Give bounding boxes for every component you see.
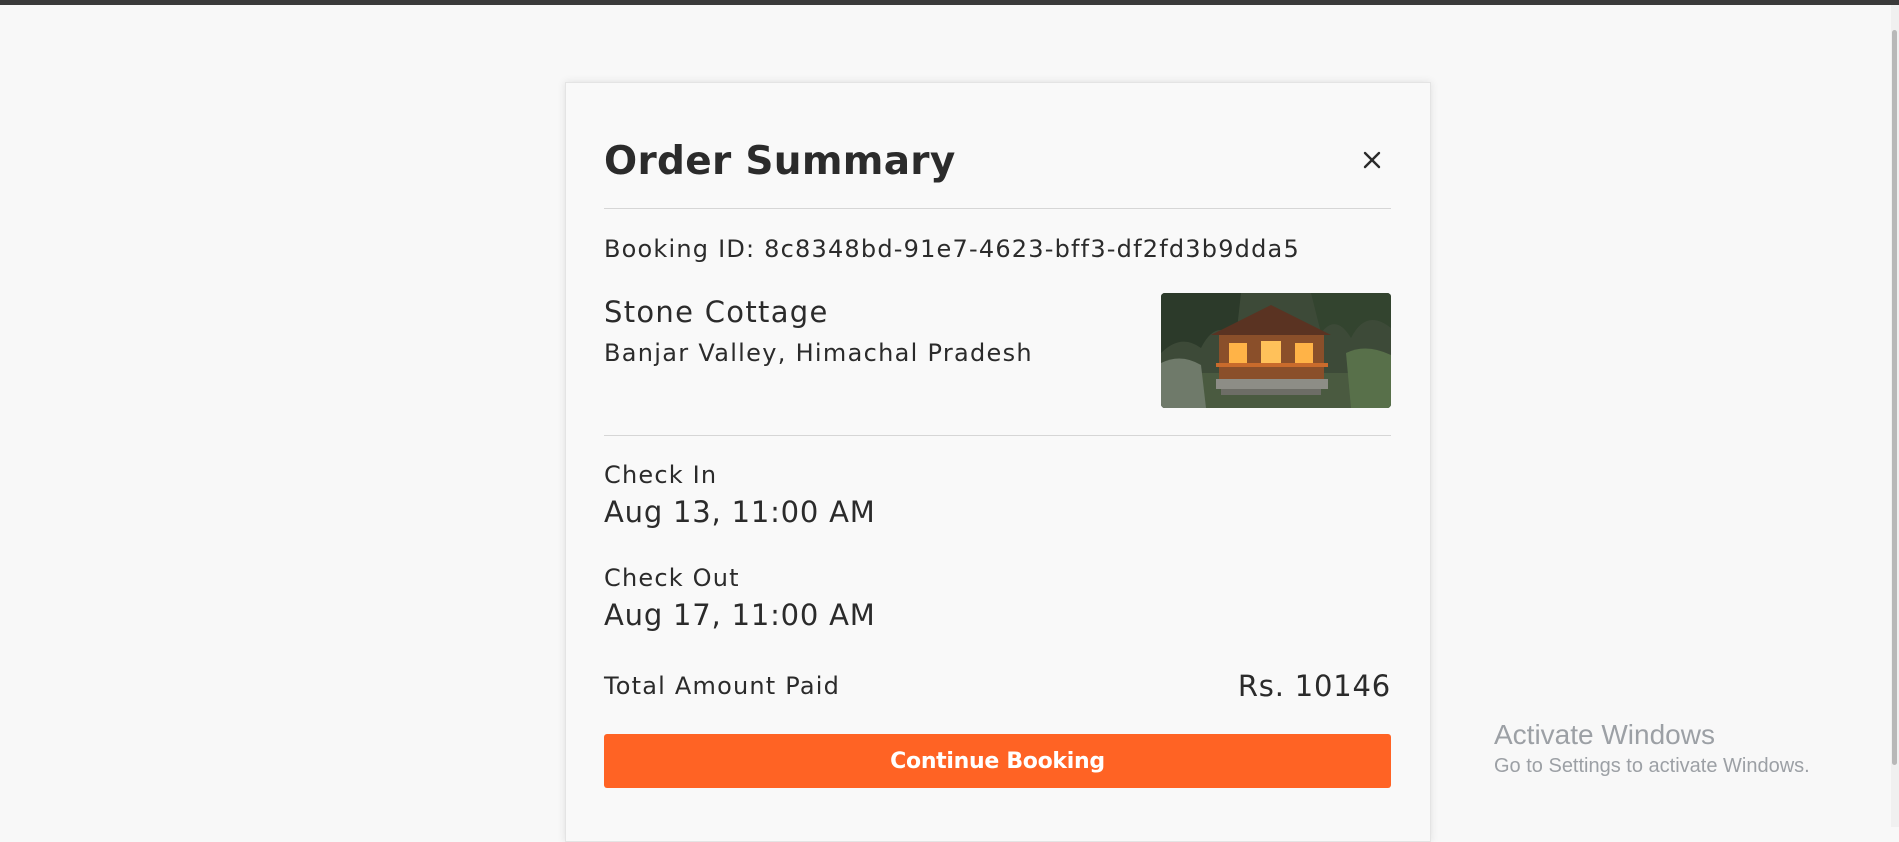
continue-booking-button[interactable]: Continue Booking xyxy=(604,734,1391,788)
modal-title: Order Summary xyxy=(604,139,956,184)
check-in-label: Check In xyxy=(604,461,718,489)
close-button[interactable] xyxy=(1357,145,1387,175)
close-icon xyxy=(1363,151,1381,169)
total-amount-label: Total Amount Paid xyxy=(604,672,841,700)
scrollbar-thumb[interactable] xyxy=(1892,30,1897,765)
watermark-subtitle: Go to Settings to activate Windows. xyxy=(1494,755,1810,777)
check-in-value: Aug 13, 11:00 AM xyxy=(604,495,876,529)
check-out-label: Check Out xyxy=(604,564,740,592)
page-scrollbar[interactable] xyxy=(1891,5,1899,827)
browser-top-bar xyxy=(0,0,1899,5)
order-summary-modal: Order Summary Booking ID: 8c8348bd-91e7-… xyxy=(565,82,1431,842)
details-divider xyxy=(604,435,1391,436)
watermark-title: Activate Windows xyxy=(1494,719,1715,750)
property-image xyxy=(1161,293,1391,408)
check-out-value: Aug 17, 11:00 AM xyxy=(604,598,876,632)
property-location: Banjar Valley, Himachal Pradesh xyxy=(604,339,1033,367)
header-divider xyxy=(604,208,1391,209)
property-name: Stone Cottage xyxy=(604,295,829,329)
windows-activation-watermark: Activate Windows Go to Settings to activ… xyxy=(1494,718,1810,780)
total-amount-value: Rs. 10146 xyxy=(1237,669,1391,703)
booking-id: Booking ID: 8c8348bd-91e7-4623-bff3-df2f… xyxy=(604,235,1300,263)
